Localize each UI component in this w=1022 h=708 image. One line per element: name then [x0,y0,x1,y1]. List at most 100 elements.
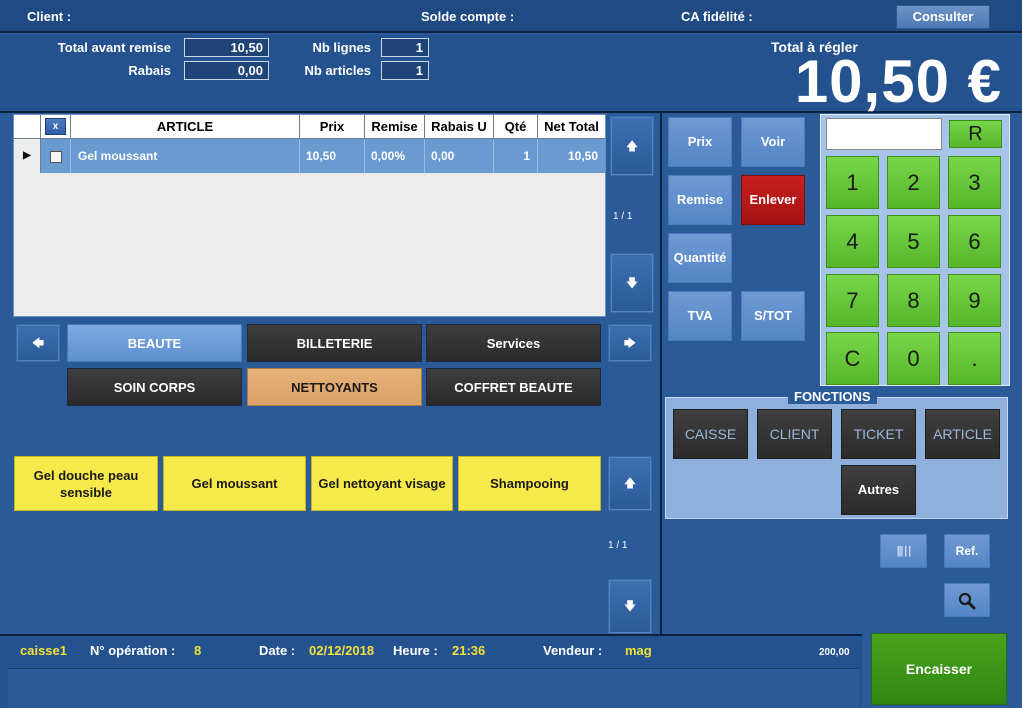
column-prix: Prix [300,115,365,139]
product-gel-douche-peau-sensible[interactable]: Gel douche peau sensible [14,456,158,511]
row-header-spacer [14,115,41,139]
total-avant-remise-field: 10,50 [184,38,269,57]
search-icon [958,592,976,610]
date-value: 02/12/2018 [309,643,375,658]
column-article: ARTICLE [71,115,300,139]
arrow-down-icon: 🡇 [625,276,639,290]
row-checkbox[interactable] [41,139,71,173]
column-remise: Remise [365,115,425,139]
checkbox-icon[interactable] [49,150,62,163]
quantite-button[interactable]: Quantité [668,233,732,283]
category-billeterie[interactable]: BILLETERIE [247,324,422,362]
remise-button[interactable]: Remise [668,175,732,225]
encaisser-button[interactable]: Encaisser [871,633,1007,705]
key-0[interactable]: 0 [887,332,940,385]
ca-fidelite-label: CA fidélité : [681,9,753,24]
nb-lignes-label: Nb lignes [312,40,371,55]
client-button[interactable]: CLIENT [757,409,832,459]
rabais-label: Rabais [128,63,171,78]
ticket-button[interactable]: TICKET [841,409,916,459]
products-scroll-down-button[interactable]: 🡇 [608,579,652,634]
stot-button[interactable]: S/TOT [741,291,805,341]
totals-panel: Total avant remise 10,50 Rabais 0,00 Nb … [0,35,1022,115]
keypad-reset-button[interactable]: R [949,120,1002,148]
subcategory-soin-corps[interactable]: SOIN CORPS [67,368,242,406]
key-decimal[interactable]: . [948,332,1001,385]
column-net-total: Net Total [538,115,605,139]
barcode-button[interactable]: ||| | | [880,534,927,568]
operation-label: N° opération : [90,643,176,658]
rabais-field: 0,00 [184,61,269,80]
key-9[interactable]: 9 [948,274,1001,327]
vendeur-label: Vendeur : [543,643,603,658]
arrow-down-icon: 🡇 [623,599,637,613]
total-avant-remise-label: Total avant remise [57,40,171,55]
consulter-button[interactable]: Consulter [896,5,990,29]
numeric-keypad: R 1 2 3 4 5 6 7 8 9 C 0 . [820,114,1010,386]
voir-button[interactable]: Voir [741,117,805,167]
total-a-regler-value: 10,50 € [794,48,1002,115]
ref-button[interactable]: Ref. [944,534,990,568]
key-6[interactable]: 6 [948,215,1001,268]
key-1[interactable]: 1 [826,156,879,209]
operation-value: 8 [194,643,202,658]
message-area [8,668,859,708]
key-3[interactable]: 3 [948,156,1001,209]
cell-article: Gel moussant [71,139,300,173]
cell-qte: 1 [494,139,538,173]
date-label: Date : [259,643,296,658]
arrow-up-icon: 🡅 [623,476,637,490]
category-beaute[interactable]: BEAUTE [67,324,242,362]
column-qte: Qté [494,115,538,139]
key-8[interactable]: 8 [887,274,940,327]
solde-compte-label: Solde compte : [421,9,515,24]
product-shampooing[interactable]: Shampooing [458,456,601,511]
barcode-icon: ||| | | [896,545,911,557]
cell-net-total: 10,50 [538,139,605,173]
caisse-button[interactable]: CAISSE [673,409,748,459]
key-clear[interactable]: C [826,332,879,385]
category-services[interactable]: Services [426,324,601,362]
panel-divider [660,113,662,635]
article-button[interactable]: ARTICLE [925,409,1000,459]
key-4[interactable]: 4 [826,215,879,268]
cell-rabais-u: 0,00 [425,139,494,173]
subcategory-coffret-beaute[interactable]: COFFRET BEAUTE [426,368,601,406]
tva-button[interactable]: TVA [668,291,732,341]
nb-lignes-field: 1 [381,38,429,57]
nb-articles-field: 1 [381,61,429,80]
enlever-button[interactable]: Enlever [741,175,805,225]
column-rabais-u: Rabais U [425,115,494,139]
arrow-up-icon: 🡅 [625,139,639,153]
products-scroll-up-button[interactable]: 🡅 [608,456,652,511]
product-gel-nettoyant-visage[interactable]: Gel nettoyant visage [311,456,453,511]
keypad-input[interactable] [826,118,942,150]
client-label: Client : [27,9,72,24]
table-scroll-up-button[interactable]: 🡅 [610,116,654,176]
status-amount: 200,00 [819,647,850,658]
autres-button[interactable]: Autres [841,465,916,515]
caisse-name: caisse1 [20,643,67,658]
vendeur-value: mag [625,643,652,658]
product-gel-moussant[interactable]: Gel moussant [163,456,306,511]
subcategory-nettoyants[interactable]: NETTOYANTS [247,368,422,406]
category-next-button[interactable]: 🡆 [608,324,652,362]
cell-remise: 0,00% [365,139,425,173]
delete-all-button[interactable]: x [45,118,66,135]
arrow-left-icon: 🡄 [31,336,45,350]
row-selector-icon[interactable]: ▶ [14,139,41,173]
table-scroll-down-button[interactable]: 🡇 [610,253,654,313]
fonctions-title: FONCTIONS [788,389,877,404]
prix-button[interactable]: Prix [668,117,732,167]
table-page-indicator: 1 / 1 [613,211,633,222]
category-prev-button[interactable]: 🡄 [16,324,60,362]
search-button[interactable] [944,583,990,617]
fonctions-panel: FONCTIONS CAISSE CLIENT TICKET ARTICLE A… [665,389,1008,519]
key-5[interactable]: 5 [887,215,940,268]
key-2[interactable]: 2 [887,156,940,209]
heure-value: 21:36 [452,643,486,658]
delete-column-header: x [41,115,71,139]
heure-label: Heure : [393,643,438,658]
customer-bar: Client : Solde compte : CA fidélité : Co… [0,0,1022,33]
key-7[interactable]: 7 [826,274,879,327]
